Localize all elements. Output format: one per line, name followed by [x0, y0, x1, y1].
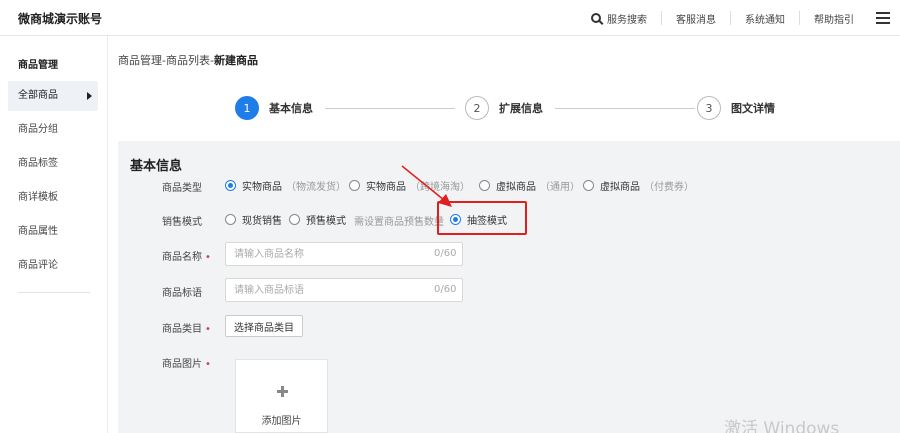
step-basic-info[interactable]: 1 基本信息	[235, 96, 313, 120]
top-bar: 微商城演示账号 服务搜索 客服消息 系统通知 帮助指引	[0, 0, 900, 36]
add-image-label: 添加图片	[261, 416, 302, 427]
radio-dot	[349, 180, 360, 191]
customer-service-link[interactable]: 客服消息	[661, 11, 730, 26]
radio-label: 预售模式	[306, 216, 346, 227]
sidebar-divider	[18, 292, 90, 293]
product-images-label-text: 商品图片	[162, 359, 202, 370]
step-connector	[555, 108, 695, 109]
sidebar-item-label: 全部商品	[18, 90, 58, 101]
service-search-link[interactable]: 服务搜索	[577, 11, 661, 26]
product-name-input[interactable]	[225, 242, 463, 266]
product-name-label-text: 商品名称	[162, 252, 202, 263]
sidebar-item-detail-templates[interactable]: 商详模板	[8, 183, 98, 213]
breadcrumb-path: 商品管理-商品列表-	[118, 54, 214, 67]
radio-physical-crossborder[interactable]: 实物商品 （跨境海淘）	[349, 178, 470, 193]
radio-dot	[479, 180, 490, 191]
step-number: 2	[465, 96, 489, 120]
radio-label: 现货销售	[242, 216, 282, 227]
breadcrumb: 商品管理-商品列表-新建商品	[118, 52, 258, 68]
radio-label: 抽签模式	[467, 216, 507, 227]
radio-spot-sale[interactable]: 现货销售	[225, 212, 282, 227]
radio-virtual-coupon[interactable]: 虚拟商品 （付费券）	[583, 178, 694, 193]
basic-info-panel: 基本信息 商品类型 实物商品 （物流发货） 实物商品 （跨境海淘） 虚拟商品 （…	[118, 141, 900, 433]
select-category-button[interactable]: 选择商品类目	[225, 315, 303, 337]
step-label: 扩展信息	[499, 102, 543, 115]
step-number: 1	[235, 96, 259, 120]
app-title: 微商城演示账号	[18, 12, 103, 26]
step-rich-detail[interactable]: 3 图文详情	[697, 96, 775, 120]
caret-right-icon	[87, 92, 92, 100]
breadcrumb-current: 新建商品	[213, 54, 258, 67]
radio-hint: （跨境海淘）	[410, 182, 470, 193]
radio-presale[interactable]: 预售模式	[289, 212, 346, 227]
product-images-label: 商品图片 •	[162, 355, 211, 370]
system-notice-link[interactable]: 系统通知	[730, 11, 799, 26]
top-nav: 服务搜索 客服消息 系统通知 帮助指引	[577, 0, 890, 36]
product-name-counter: 0/60	[434, 248, 457, 259]
radio-lottery-mode[interactable]: 抽签模式	[450, 212, 507, 227]
radio-dot	[583, 180, 594, 191]
radio-hint: （通用）	[540, 182, 580, 193]
sale-mode-label: 销售模式	[162, 217, 202, 228]
search-icon	[591, 13, 601, 23]
step-label: 图文详情	[731, 102, 775, 115]
radio-hint: （付费券）	[644, 182, 694, 193]
radio-label: 实物商品	[242, 182, 282, 193]
main-content: 商品管理-商品列表-新建商品 1 基本信息 2 扩展信息 3 图文详情 基本信息…	[108, 36, 900, 433]
plus-icon	[277, 386, 288, 397]
step-number: 3	[697, 96, 721, 120]
sidebar-item-product-groups[interactable]: 商品分组	[8, 115, 98, 145]
product-category-label: 商品类目 •	[162, 320, 211, 335]
radio-hint: （物流发货）	[286, 182, 346, 193]
presale-hint: 需设置商品预售数量	[354, 217, 444, 228]
sidebar-item-product-attributes[interactable]: 商品属性	[8, 217, 98, 247]
step-label: 基本信息	[269, 102, 313, 115]
radio-dot	[289, 214, 300, 225]
sidebar: 商品管理 全部商品 商品分组 商品标签 商详模板 商品属性 商品评论	[0, 36, 108, 433]
add-image-button[interactable]: 添加图片	[235, 359, 328, 433]
service-search-label: 服务搜索	[607, 14, 647, 26]
product-type-label: 商品类型	[162, 183, 202, 194]
radio-label: 虚拟商品	[496, 182, 536, 193]
radio-dot	[450, 214, 461, 225]
hamburger-menu-icon[interactable]	[876, 12, 890, 24]
product-name-label: 商品名称 •	[162, 248, 211, 263]
step-indicator: 1 基本信息 2 扩展信息 3 图文详情	[235, 96, 775, 122]
required-marker: •	[205, 252, 211, 263]
sidebar-item-product-tags[interactable]: 商品标签	[8, 149, 98, 179]
radio-physical-logistics[interactable]: 实物商品 （物流发货）	[225, 178, 346, 193]
product-slogan-input[interactable]	[225, 278, 463, 302]
product-slogan-label: 商品标语	[162, 288, 202, 299]
step-connector	[325, 108, 455, 109]
product-slogan-counter: 0/60	[434, 284, 457, 295]
radio-dot	[225, 180, 236, 191]
product-category-label-text: 商品类目	[162, 324, 202, 335]
sidebar-item-product-reviews[interactable]: 商品评论	[8, 251, 98, 281]
required-marker: •	[205, 324, 211, 335]
sidebar-item-all-products[interactable]: 全部商品	[8, 81, 98, 111]
help-link[interactable]: 帮助指引	[799, 11, 868, 26]
radio-label: 实物商品	[366, 182, 406, 193]
sidebar-section-title: 商品管理	[18, 60, 58, 71]
radio-virtual-general[interactable]: 虚拟商品 （通用）	[479, 178, 580, 193]
radio-dot	[225, 214, 236, 225]
panel-title: 基本信息	[130, 159, 183, 174]
radio-label: 虚拟商品	[600, 182, 640, 193]
required-marker: •	[205, 359, 211, 370]
step-extended-info[interactable]: 2 扩展信息	[465, 96, 543, 120]
